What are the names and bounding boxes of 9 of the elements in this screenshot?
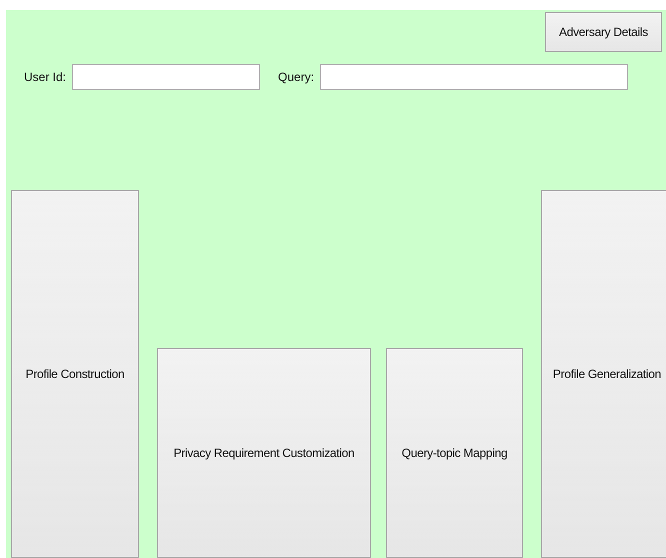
adversary-details-button[interactable]: Adversary Details	[545, 12, 662, 52]
action-button[interactable]: Query-topic Mapping	[386, 348, 523, 558]
field-label: User Id:	[24, 70, 66, 84]
action-button[interactable]: Profile Construction	[11, 190, 139, 558]
text-field[interactable]	[72, 64, 260, 90]
field-label: Query:	[278, 70, 314, 84]
text-field[interactable]	[320, 64, 628, 90]
action-button[interactable]: Privacy Requirement Customization	[157, 348, 371, 558]
action-button[interactable]: Profile Generalization	[541, 190, 666, 558]
